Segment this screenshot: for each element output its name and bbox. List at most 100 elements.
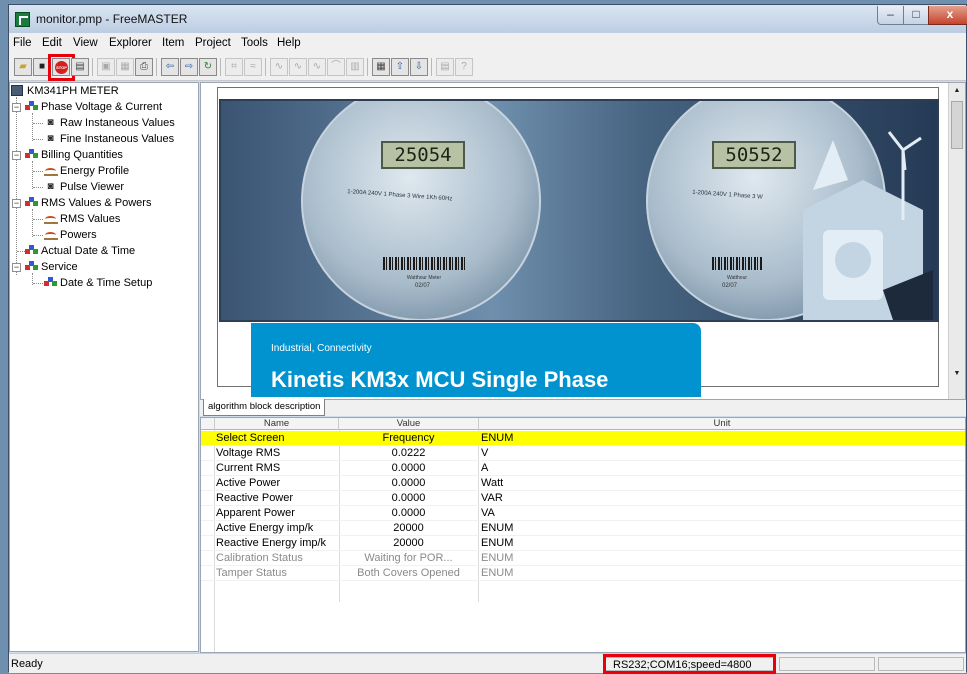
menu-help[interactable]: Help xyxy=(277,37,301,49)
menu-project[interactable]: Project xyxy=(195,37,231,49)
meter-display: 50552 xyxy=(712,141,796,169)
status-text: Ready xyxy=(11,658,43,670)
variable-value[interactable]: 0.0000 xyxy=(339,461,478,476)
variable-value[interactable]: 20000 xyxy=(339,521,478,536)
collapse-toggle[interactable]: − xyxy=(12,263,21,272)
tree-item-label: Date & Time Setup xyxy=(60,277,153,289)
meter-display: 25054 xyxy=(381,141,465,169)
table-row[interactable]: Tamper Status Both Covers Opened ENUM xyxy=(201,566,965,581)
scroll-up-arrow-icon[interactable]: ▲ xyxy=(949,83,965,99)
properties-button[interactable]: ▤ xyxy=(436,58,454,76)
refresh-button[interactable]: ↻ xyxy=(199,58,217,76)
item-icon: ⌒ xyxy=(331,61,341,72)
tree-item-label: Billing Quantities xyxy=(41,149,123,161)
description-view: 25054 1-200A 240V 1 Phase 3 Wire 1Kh 60H… xyxy=(200,82,966,400)
paste-icon: ▦ xyxy=(120,61,130,72)
menu-edit[interactable]: Edit xyxy=(42,37,62,49)
variable-value[interactable]: 0.0000 xyxy=(339,491,478,506)
copy-button[interactable]: ▣ xyxy=(97,58,115,76)
table-row[interactable]: Apparent Power 0.0000 VA xyxy=(201,506,965,521)
variable-button[interactable]: ≈ xyxy=(244,58,262,76)
variable-value[interactable]: Waiting for POR... xyxy=(339,551,478,566)
grid-button[interactable]: ▦ xyxy=(372,58,390,76)
table-row[interactable]: Voltage RMS 0.0222 V xyxy=(201,446,965,461)
variable-value[interactable]: 0.0000 xyxy=(339,476,478,491)
variable-unit: VA xyxy=(481,507,495,519)
collapse-toggle[interactable]: − xyxy=(12,199,21,208)
scroll-down-arrow-icon[interactable]: ▼ xyxy=(949,366,965,382)
folder-icon xyxy=(25,101,38,113)
minimize-button[interactable]: – xyxy=(877,6,904,25)
vertical-scrollbar[interactable]: ▲ ▼ xyxy=(948,83,965,399)
variable-value[interactable]: 0.0222 xyxy=(339,446,478,461)
variable-name: Select Screen xyxy=(216,432,285,444)
copy-icon: ▣ xyxy=(101,61,111,72)
column-header-value[interactable]: Value xyxy=(339,418,479,430)
binoculars-icon: ◙ xyxy=(47,133,54,144)
tree-connector xyxy=(32,161,33,189)
variable-unit: A xyxy=(481,462,489,474)
paste-button[interactable]: ▦ xyxy=(116,58,134,76)
toolbar-separator xyxy=(367,58,368,76)
project-tree: KM341PH METER − Phase Voltage & Current … xyxy=(9,82,199,652)
table-row[interactable]: Reactive Power 0.0000 VAR xyxy=(201,491,965,506)
column-header-unit[interactable]: Unit xyxy=(479,418,965,430)
variable-value[interactable]: 0.0000 xyxy=(339,506,478,521)
maximize-button[interactable]: □ xyxy=(903,6,929,25)
barcode xyxy=(383,257,465,270)
variable-unit: V xyxy=(481,447,489,459)
settings-button[interactable]: ▥ xyxy=(346,58,364,76)
menu-explorer[interactable]: Explorer xyxy=(109,37,152,49)
freemaster-app-icon xyxy=(15,12,30,27)
scrollbar-thumb[interactable] xyxy=(951,101,963,149)
context-help-button[interactable]: ? xyxy=(455,58,473,76)
tree-connector xyxy=(33,139,43,140)
options-button[interactable]: ▤ xyxy=(71,58,89,76)
collapse-toggle[interactable]: − xyxy=(12,151,21,160)
tree-item-label: RMS Values & Powers xyxy=(41,197,152,209)
variable-unit: ENUM xyxy=(481,432,514,444)
variable-name: Reactive Power xyxy=(216,492,294,504)
table-row[interactable]: Active Energy imp/k 20000 ENUM xyxy=(201,521,965,536)
menu-item[interactable]: Item xyxy=(162,37,184,49)
watch-button[interactable]: ⌗ xyxy=(225,58,243,76)
move-up-button[interactable]: ⇧ xyxy=(391,58,409,76)
tab-algorithm-block-description[interactable]: algorithm block description xyxy=(203,399,326,416)
menu-file[interactable]: File xyxy=(13,37,32,49)
grid-header-blank xyxy=(201,418,215,430)
tree-connector xyxy=(33,123,43,124)
close-button[interactable]: x xyxy=(928,6,967,25)
forward-button[interactable]: ⇨ xyxy=(180,58,198,76)
back-button[interactable]: ⇦ xyxy=(161,58,179,76)
tree-connector xyxy=(33,187,43,188)
move-down-button[interactable]: ⇩ xyxy=(410,58,428,76)
toolbar-separator xyxy=(92,58,93,76)
table-row[interactable]: Active Power 0.0000 Watt xyxy=(201,476,965,491)
variable-value[interactable]: Both Covers Opened xyxy=(339,566,478,581)
variable-name: Tamper Status xyxy=(216,567,287,579)
table-row[interactable]: Current RMS 0.0000 A xyxy=(201,461,965,476)
column-header-name[interactable]: Name xyxy=(215,418,339,430)
watch-icon: ⌗ xyxy=(231,61,237,72)
variable-unit: VAR xyxy=(481,492,503,504)
variable-unit: ENUM xyxy=(481,522,514,534)
recorder-button[interactable]: ∿ xyxy=(270,58,288,76)
help-icon: ? xyxy=(461,61,467,72)
menu-view[interactable]: View xyxy=(73,37,98,49)
table-row[interactable]: Reactive Energy imp/k 20000 ENUM xyxy=(201,536,965,551)
print-button[interactable]: ⎙ xyxy=(135,58,153,76)
table-row[interactable]: Select Screen Frequency ENUM xyxy=(201,431,965,446)
stimulus-button[interactable]: ∿ xyxy=(308,58,326,76)
table-row[interactable]: Calibration Status Waiting for POR... EN… xyxy=(201,551,965,566)
variable-value[interactable]: Frequency xyxy=(339,431,478,446)
window-title: monitor.pmp - FreeMASTER xyxy=(36,12,188,26)
menu-tools[interactable]: Tools xyxy=(241,37,268,49)
collapse-toggle[interactable]: − xyxy=(12,103,21,112)
freemaster-window: monitor.pmp - FreeMASTER – □ x File Edit… xyxy=(8,4,967,674)
item-button[interactable]: ⌒ xyxy=(327,58,345,76)
variable-value[interactable]: 20000 xyxy=(339,536,478,551)
view-tab-bar: algorithm block description xyxy=(200,399,966,416)
folder-icon xyxy=(44,277,57,289)
scope-button[interactable]: ∿ xyxy=(289,58,307,76)
open-button[interactable]: ▰ xyxy=(14,58,32,76)
